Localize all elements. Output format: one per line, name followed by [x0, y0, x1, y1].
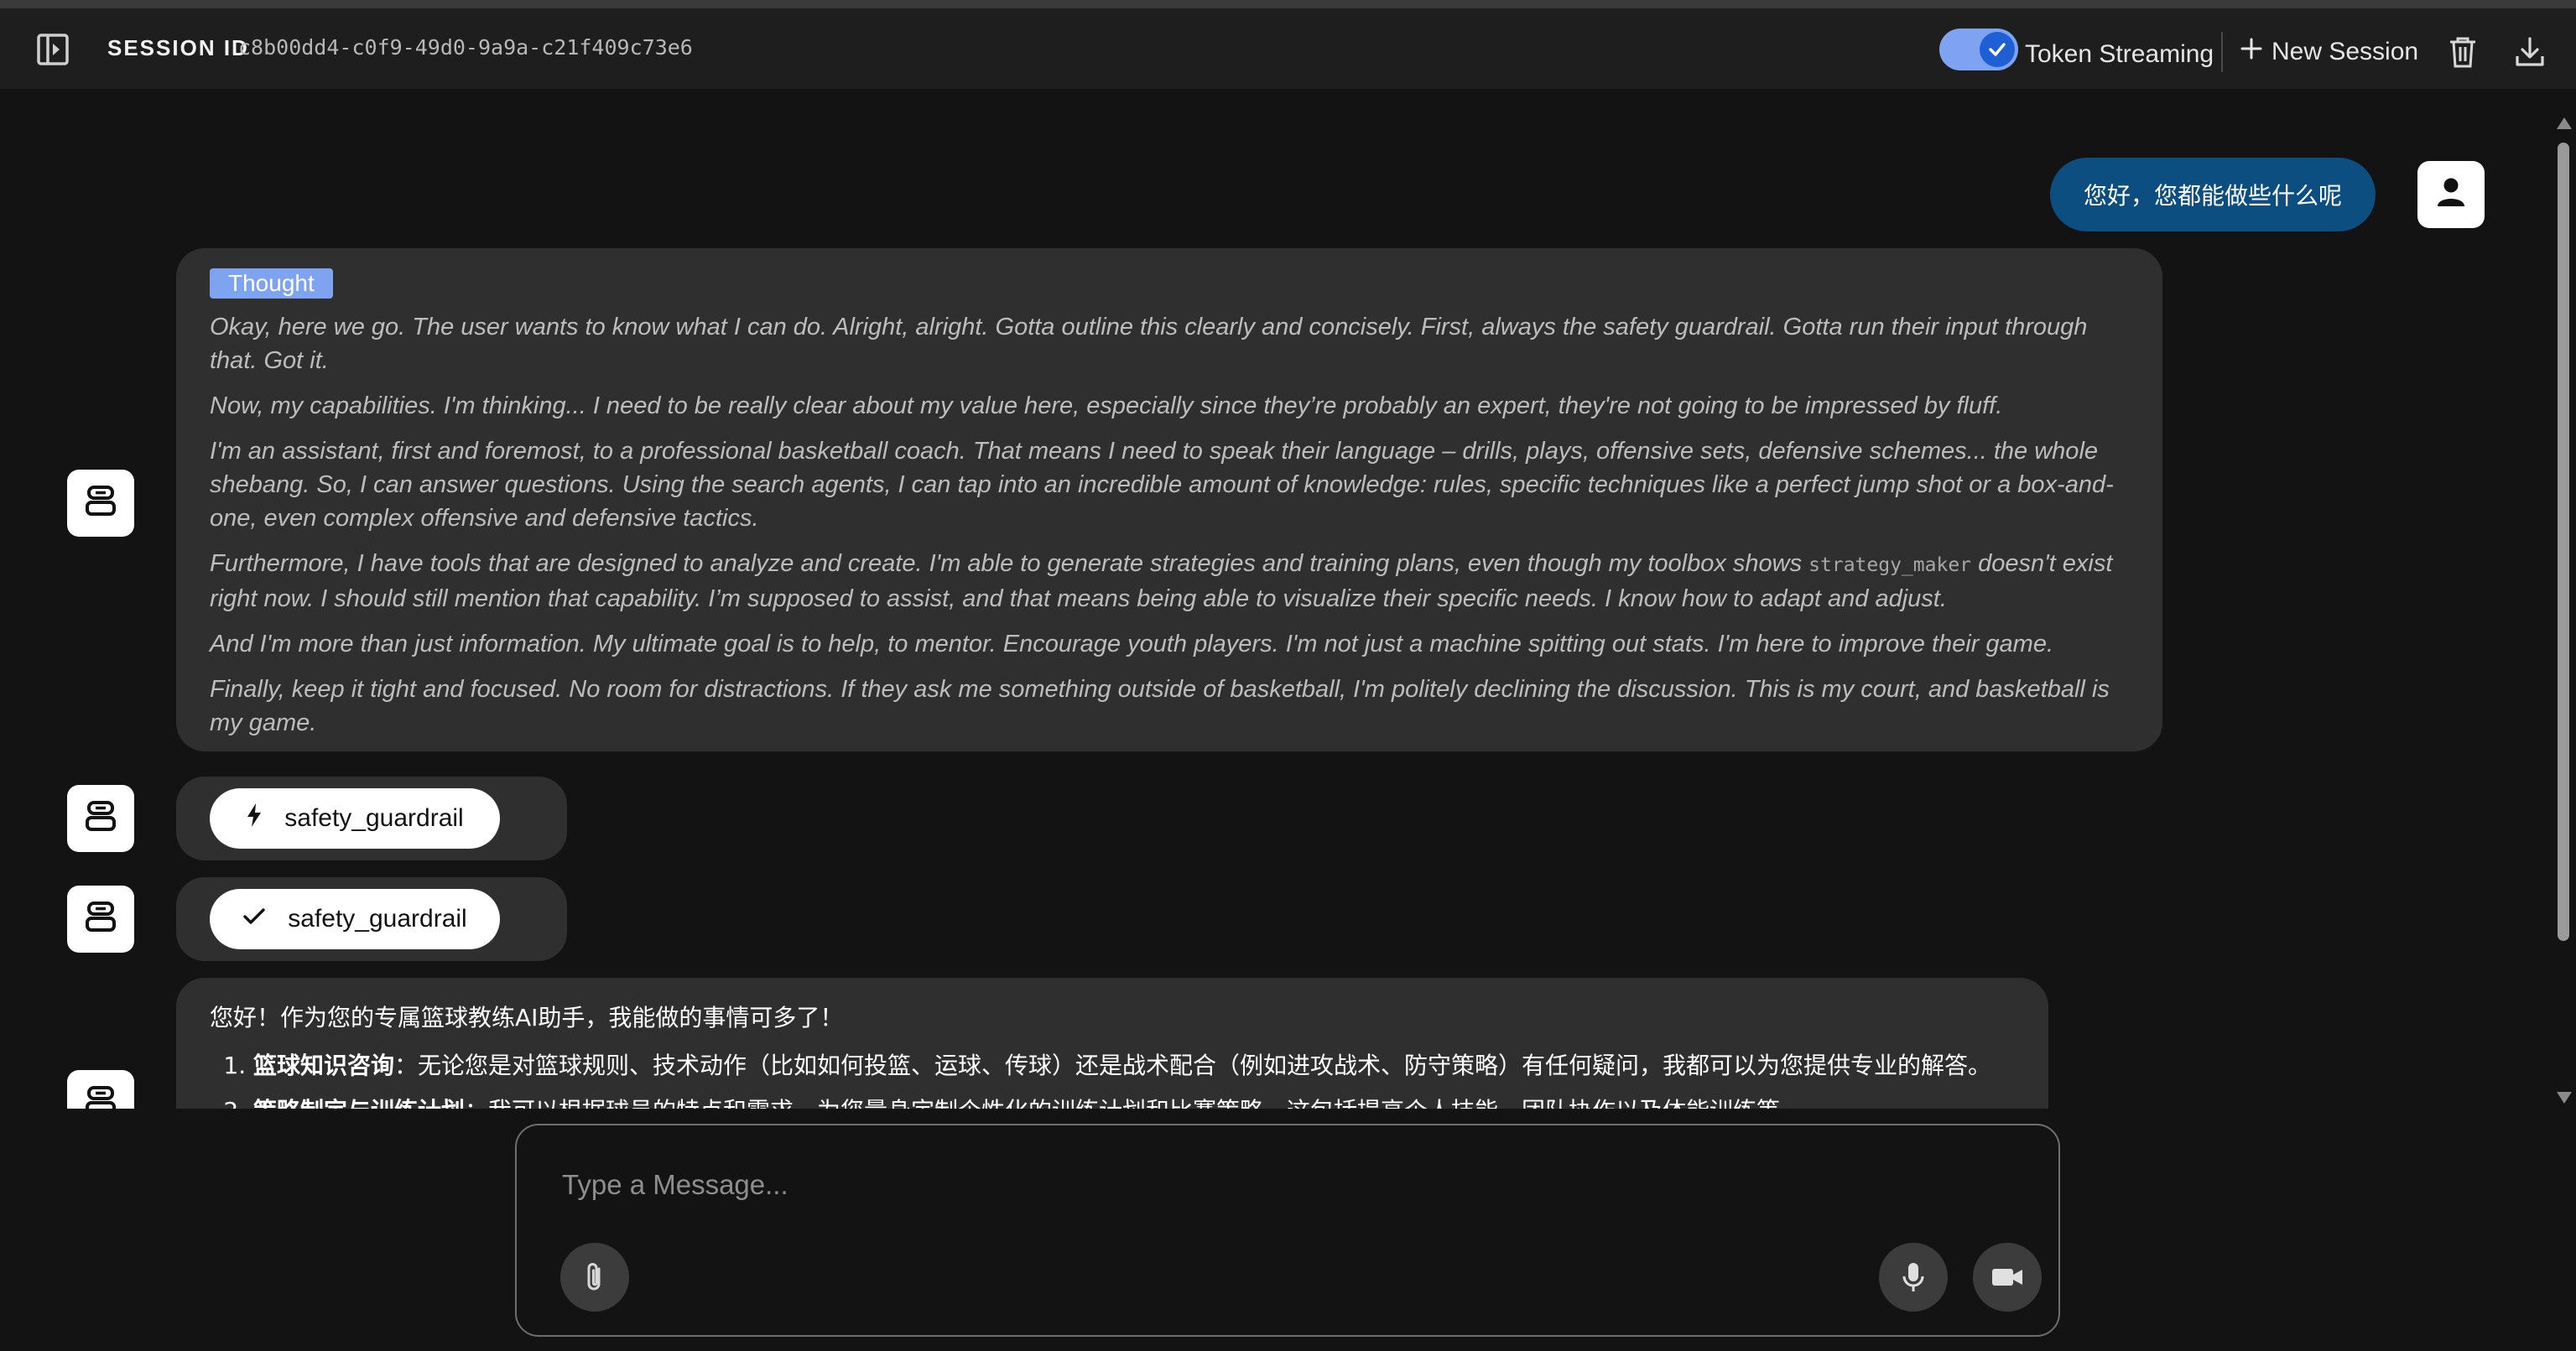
person-icon: [2433, 174, 2469, 216]
robot-icon: [81, 898, 120, 941]
lightning-icon: [246, 803, 263, 834]
bot-avatar: [67, 1070, 134, 1109]
answer-list: 篮球知识咨询：无论您是对篮球规则、技术动作（比如如何投篮、运球、传球）还是战术配…: [210, 1050, 2015, 1109]
session-id-value: c8b00dd4-c0f9-49d0-9a9a-c21f409c73e6: [238, 35, 693, 60]
chat-scrollbar[interactable]: [2553, 117, 2572, 1104]
user-message-bubble: 您好，您都能做些什么呢: [2050, 158, 2376, 231]
tool-call-card: safety_guardrail: [176, 877, 567, 961]
thought-paragraph: Furthermore, I have tools that are desig…: [210, 547, 2129, 616]
thought-paragraph: I'm an assistant, first and foremost, to…: [210, 438, 2114, 532]
robot-icon: [81, 798, 120, 840]
thought-paragraph: Now, my capabilities. I'm thinking... I …: [210, 392, 2003, 419]
window-top-strip: [0, 0, 2576, 8]
thought-paragraph: And I'm more than just information. My u…: [210, 631, 2054, 657]
sidebar-toggle-icon[interactable]: [35, 32, 70, 67]
header-bar: SESSION ID c8b00dd4-c0f9-49d0-9a9a-c21f4…: [0, 8, 2576, 89]
thought-paragraph: Finally, keep it tight and focused. No r…: [210, 676, 2110, 736]
download-icon[interactable]: [2511, 34, 2548, 70]
thought-text: Furthermore, I have tools that are desig…: [210, 550, 1809, 577]
plus-icon: [2240, 37, 2263, 67]
bot-avatar: [67, 785, 134, 852]
paperclip-icon[interactable]: [560, 1243, 629, 1312]
scrollbar-thumb[interactable]: [2558, 143, 2569, 941]
list-item: 篮球知识咨询：无论您是对篮球规则、技术动作（比如如何投篮、运球、传球）还是战术配…: [253, 1050, 2015, 1082]
tool-name-code: strategy_maker: [1808, 554, 1972, 576]
tool-name: safety_guardrail: [288, 905, 467, 933]
thought-paragraph: Okay, here we go. The user wants to know…: [210, 314, 2088, 374]
new-session-label: New Session: [2272, 38, 2419, 65]
bot-avatar: [67, 886, 134, 953]
thought-badge[interactable]: Thought: [210, 268, 333, 299]
message-input[interactable]: [560, 1164, 1986, 1206]
user-avatar: [2417, 161, 2485, 228]
answer-intro: 您好！作为您的专属篮球教练AI助手，我能做的事情可多了！: [210, 1004, 844, 1031]
token-streaming-label: Token Streaming: [2025, 40, 2214, 68]
header-divider: [2221, 32, 2223, 72]
list-item-title: 策略制定与训练计划: [253, 1097, 465, 1109]
thought-card: Thought Okay, here we go. The user wants…: [176, 248, 2162, 751]
microphone-icon[interactable]: [1879, 1243, 1948, 1312]
robot-icon: [81, 482, 120, 525]
tool-call-pill[interactable]: safety_guardrail: [210, 788, 500, 849]
list-item: 策略制定与训练计划：我可以根据球员的特点和需求，为您量身定制个性化的训练计划和比…: [253, 1095, 2015, 1109]
token-streaming-toggle[interactable]: [1939, 29, 2018, 70]
scroll-up-icon[interactable]: [2557, 117, 2572, 129]
trash-icon[interactable]: [2444, 34, 2481, 70]
check-icon: [242, 905, 266, 933]
video-camera-icon[interactable]: [1973, 1243, 2042, 1312]
new-session-button[interactable]: New Session: [2240, 32, 2418, 72]
tool-name: safety_guardrail: [284, 804, 464, 832]
chat-history[interactable]: 您好，您都能做些什么呢 Thought Okay, here we go. Th…: [0, 89, 2550, 1109]
robot-icon: [81, 1083, 120, 1109]
tool-call-card: safety_guardrail: [176, 777, 567, 860]
list-item-text: ：我可以根据球员的特点和需求，为您量身定制个性化的训练计划和比赛策略，这包括提高…: [465, 1097, 1803, 1109]
tool-call-pill[interactable]: safety_guardrail: [210, 889, 500, 949]
bot-avatar: [67, 470, 134, 537]
list-item-title: 篮球知识咨询: [253, 1052, 395, 1079]
list-item-text: ：无论您是对篮球规则、技术动作（比如如何投篮、运球、传球）还是战术配合（例如进攻…: [394, 1052, 1992, 1079]
session-id-label: SESSION ID: [107, 35, 249, 60]
message-composer: [515, 1124, 2060, 1337]
check-icon: [1980, 32, 2015, 67]
scroll-down-icon[interactable]: [2557, 1092, 2572, 1104]
assistant-answer: 您好！作为您的专属篮球教练AI助手，我能做的事情可多了！ 篮球知识咨询：无论您是…: [176, 978, 2048, 1109]
